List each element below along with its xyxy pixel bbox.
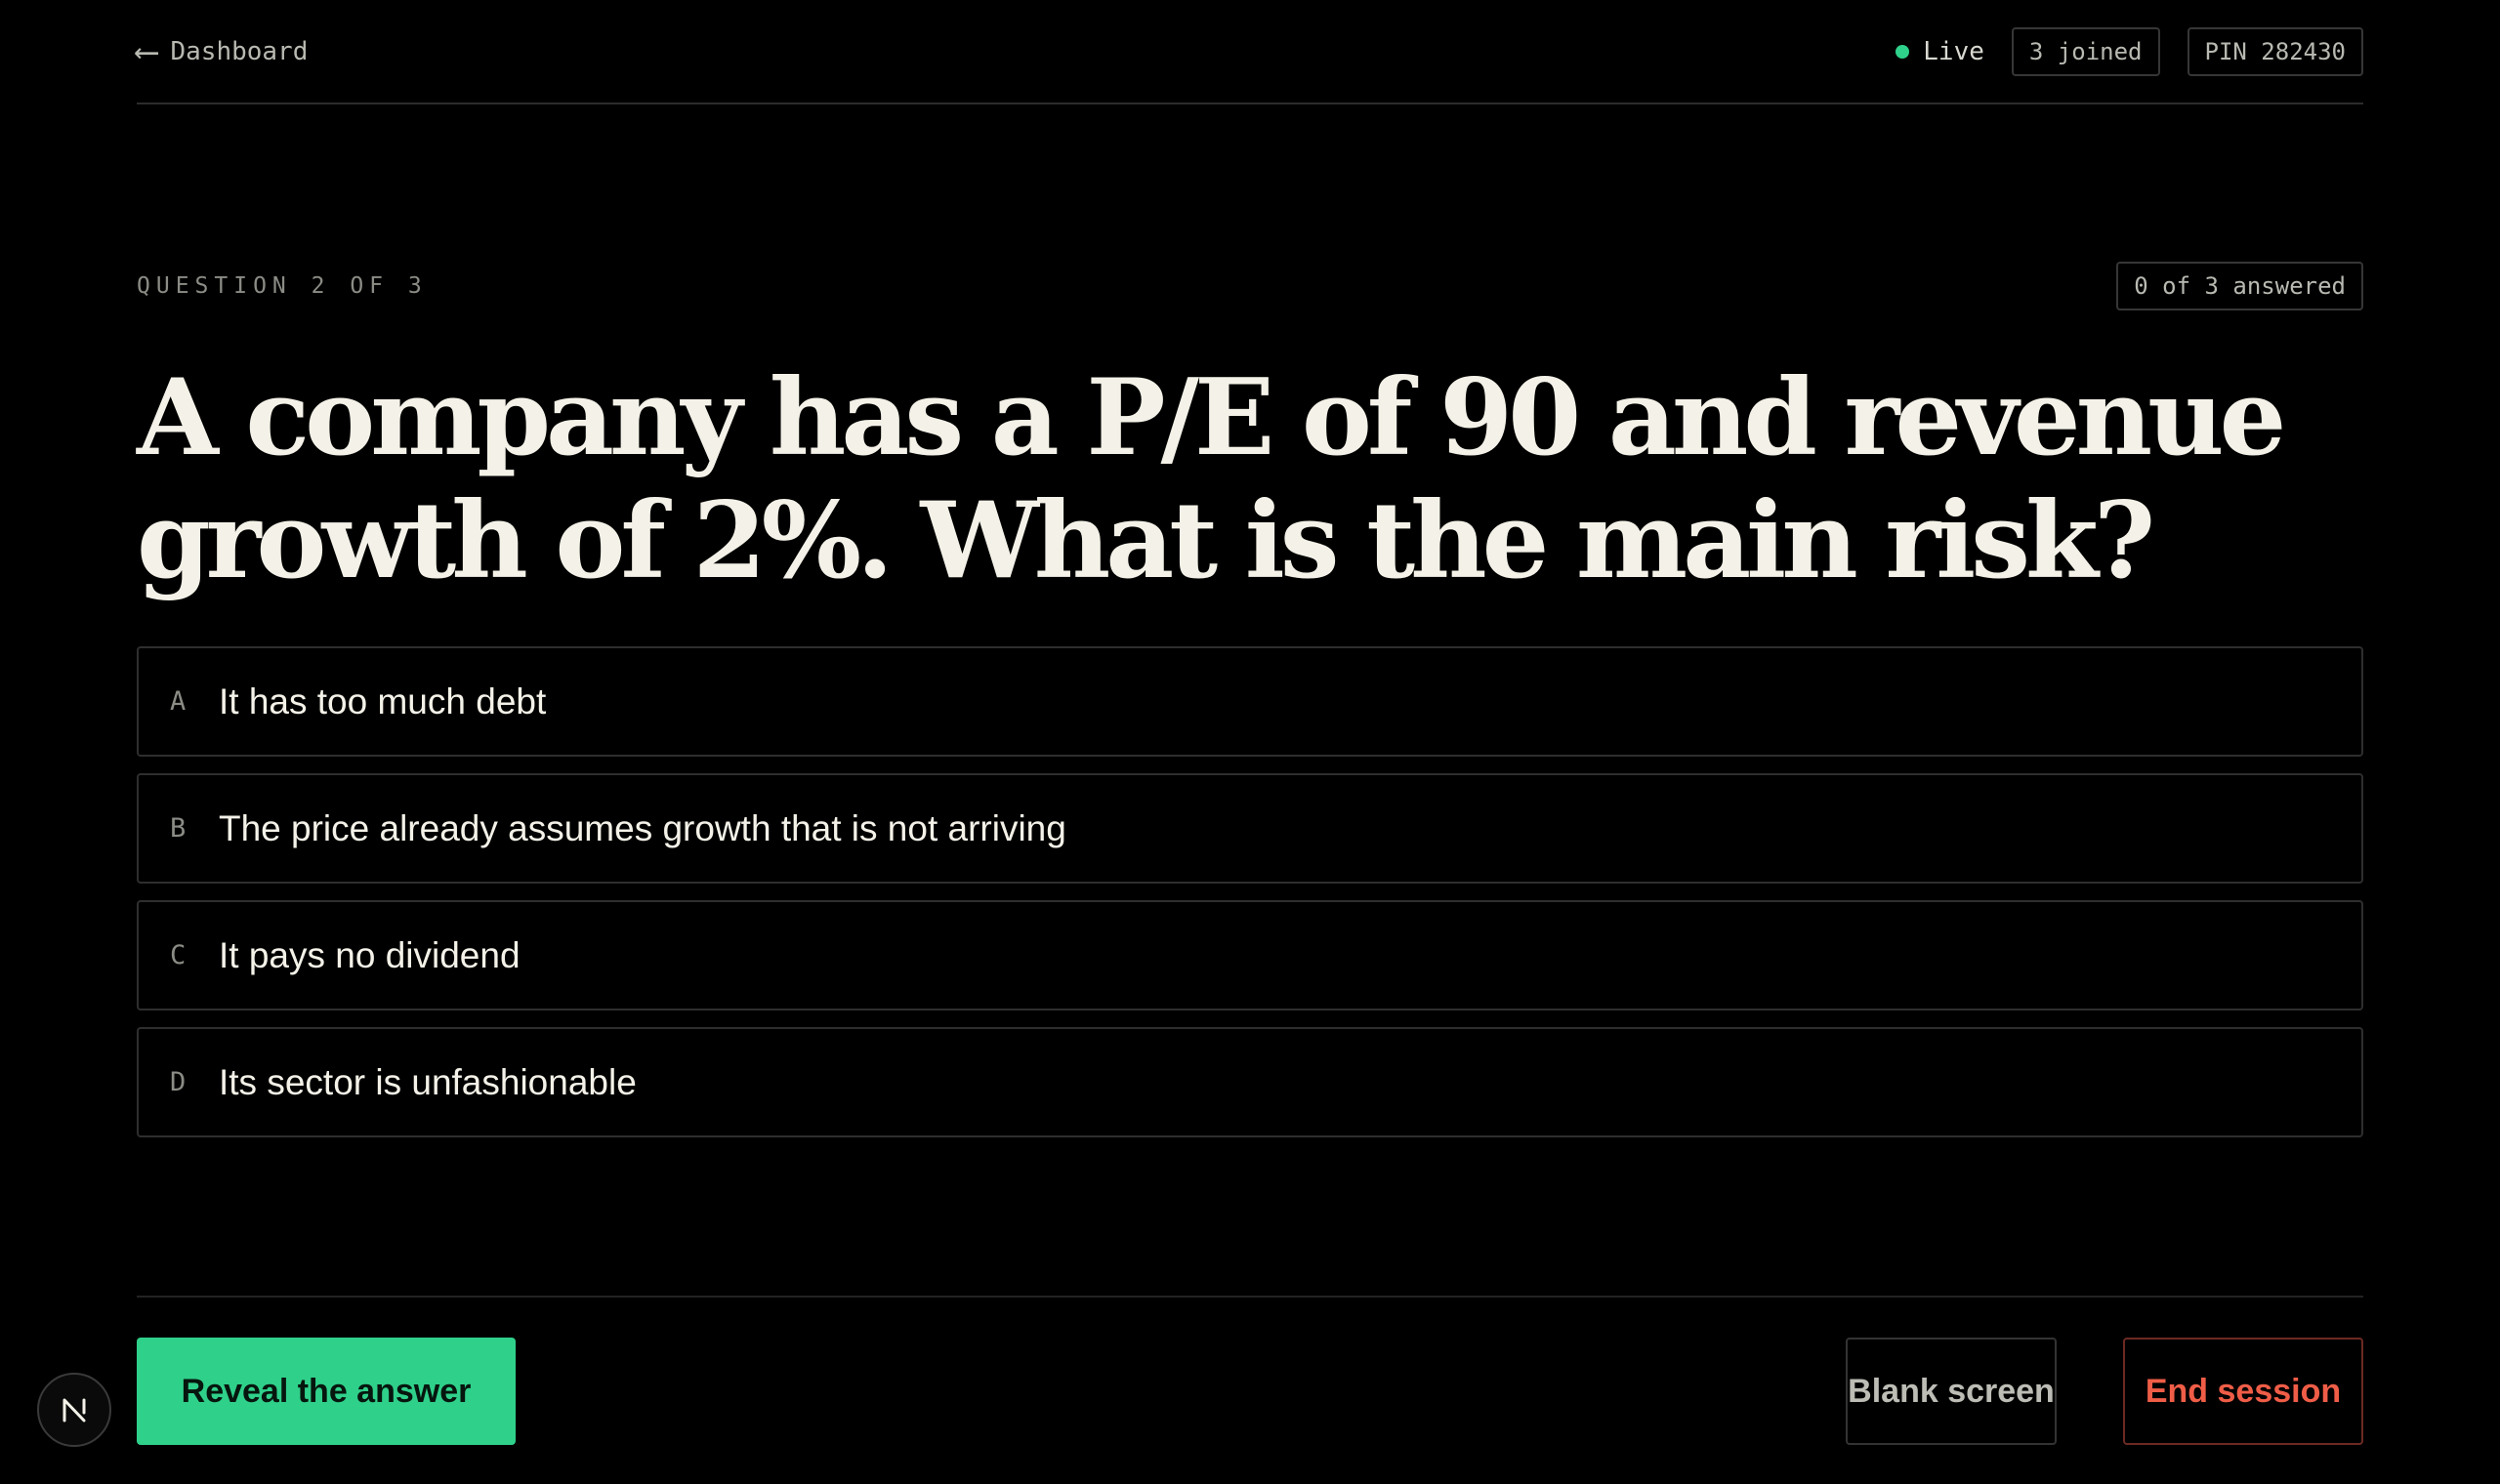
answered-count-badge: 0 of 3 answered — [2116, 262, 2363, 310]
option-text: It pays no dividend — [219, 934, 521, 975]
question-text: A company has a P/E of 90 and revenue gr… — [137, 356, 2286, 602]
option-d[interactable]: D Its sector is unfashionable — [137, 1027, 2363, 1137]
back-to-dashboard-link[interactable]: ⟵ Dashboard — [137, 35, 308, 68]
blank-screen-button[interactable]: Blank screen — [1846, 1338, 2057, 1445]
answer-options: A It has too much debt B The price alrea… — [137, 646, 2363, 1154]
live-label: Live — [1923, 36, 1984, 66]
question-meta: QUESTION 2 OF 3 0 of 3 answered — [137, 262, 2363, 310]
session-status: Live 3 joined PIN 282430 — [1896, 26, 2363, 76]
option-text: The price already assumes growth that is… — [219, 807, 1066, 848]
option-letter: D — [170, 1067, 187, 1097]
question-counter: QUESTION 2 OF 3 — [137, 273, 428, 299]
option-text: Its sector is unfashionable — [219, 1061, 637, 1102]
footer-divider — [137, 1296, 2363, 1298]
joined-count-badge: 3 joined — [2011, 26, 2160, 76]
back-link-label: Dashboard — [170, 36, 309, 66]
session-pin-badge: PIN 282430 — [2187, 26, 2363, 76]
live-indicator: Live — [1896, 37, 1984, 66]
n-logo-icon[interactable] — [37, 1373, 111, 1447]
n-logo-glyph — [62, 1398, 86, 1422]
option-text: It has too much debt — [219, 680, 547, 721]
option-b[interactable]: B The price already assumes growth that … — [137, 773, 2363, 884]
live-dot-icon — [1896, 44, 1910, 59]
option-letter: C — [170, 940, 187, 970]
end-session-button[interactable]: End session — [2123, 1338, 2363, 1445]
option-c[interactable]: C It pays no dividend — [137, 900, 2363, 1010]
option-a[interactable]: A It has too much debt — [137, 646, 2363, 757]
arrow-left-icon: ⟵ — [137, 31, 157, 71]
top-bar: ⟵ Dashboard Live 3 joined PIN 282430 — [137, 0, 2363, 104]
reveal-answer-button[interactable]: Reveal the answer — [137, 1338, 516, 1445]
option-letter: B — [170, 813, 187, 844]
option-letter: A — [170, 686, 187, 717]
